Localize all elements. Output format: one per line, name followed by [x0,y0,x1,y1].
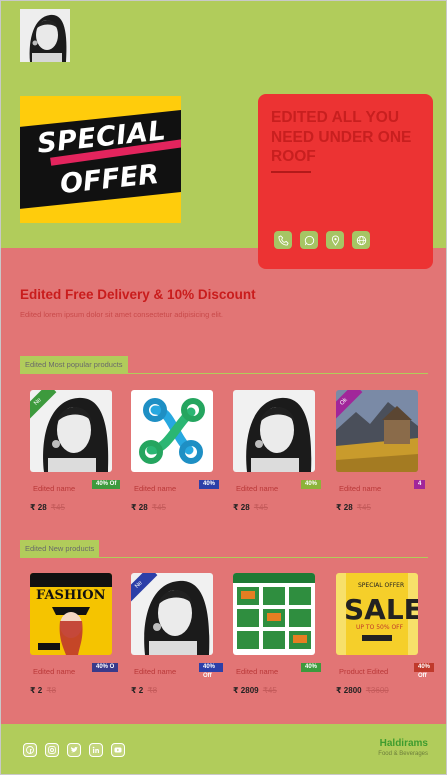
old-price: ₹45 [50,503,65,512]
old-price: ₹45 [151,503,166,512]
svg-text:UP TO 50% OFF: UP TO 50% OFF [356,624,404,631]
globe-icon[interactable] [352,231,370,249]
product-name: Edited name [236,667,279,676]
svg-text:FASHION: FASHION [36,588,106,603]
current-price: ₹ 28 [233,503,250,512]
product-card[interactable]: SPECIAL OFFER SALE UP TO 50% OFF Product Ed… [336,573,435,695]
location-icon[interactable] [326,231,344,249]
header-section: SPECIAL OFFER EDITED ALL YOU NEED UNDER … [0,0,447,269]
discount-badge: 40% [301,480,322,489]
old-price: ₹8 [46,686,57,695]
product-card[interactable]: Edited name 40% ₹ 28 ₹45 [131,390,223,512]
product-name: Edited name [33,667,76,676]
product-image[interactable]: SPECIAL OFFER SALE UP TO 50% OFF [336,573,418,655]
discount-badge: 40% Of [92,480,121,489]
product-card[interactable]: Ne Edited name 40% Of ₹ 28 ₹45 [30,390,122,512]
svg-text:SPECIAL OFFER: SPECIAL OFFER [358,582,404,589]
old-price: ₹3600 [365,686,389,695]
product-name: Edited name [236,484,279,493]
tagline-title: EDITED ALL YOU NEED UNDER ONE ROOF [271,109,412,165]
product-name: Edited name [339,484,382,493]
product-image[interactable]: Ne [30,390,112,472]
product-card[interactable]: FASHION Edited name 40% O ₹ 2 ₹8 [30,573,122,695]
discount-badge: 40% Off [414,663,435,679]
product-name: Edited name [33,484,76,493]
current-price: ₹ 28 [30,503,47,512]
tagline-card: EDITED ALL YOU NEED UNDER ONE ROOF [258,94,433,269]
product-name: Edited name [134,667,177,676]
product-image[interactable]: Ne [131,573,213,655]
product-card[interactable]: Ne Edited name 40% Off ₹ 2 ₹8 [131,573,223,695]
product-price: ₹ 2 ₹8 [131,686,157,695]
discount-badge: 4 [414,480,426,489]
svg-text:SALE: SALE [344,593,418,626]
product-name: Product Edited [339,667,389,676]
linkedin-icon[interactable] [89,743,103,757]
product-price: ₹ 28 ₹45 [30,503,65,512]
product-name: Edited name [134,484,177,493]
facebook-icon[interactable] [23,743,37,757]
popular-section-label: Edited Most popular products [20,356,128,373]
product-price: ₹ 28 ₹45 [131,503,166,512]
promo-subline: Edited lorem ipsum dolor sit amet consec… [20,310,224,319]
discount-badge: 40% O [92,663,119,672]
special-offer-banner[interactable]: SPECIAL OFFER [20,96,181,223]
product-card[interactable]: Edited name 40% ₹ 28 ₹45 [233,390,325,512]
current-price: ₹ 28 [336,503,353,512]
discount-badge: 40% Off [199,663,223,679]
youtube-icon[interactable] [111,743,125,757]
whatsapp-icon[interactable] [300,231,318,249]
product-price: ₹ 2809 ₹45 [233,686,277,695]
product-image[interactable] [131,390,213,472]
current-price: ₹ 2809 [233,686,259,695]
product-price: ₹ 28 ₹45 [336,503,371,512]
product-price: ₹ 2 ₹8 [30,686,56,695]
product-image[interactable]: Ok [336,390,418,472]
product-card[interactable]: Ok Edited name 4 ₹ 28 ₹45 [336,390,428,512]
product-price: ₹ 28 ₹45 [233,503,268,512]
twitter-icon[interactable] [67,743,81,757]
old-price: ₹45 [262,686,277,695]
brand-tagline: Food & Beverages [378,751,428,757]
instagram-icon[interactable] [45,743,59,757]
current-price: ₹ 2800 [336,686,362,695]
product-image[interactable]: FASHION [30,573,112,655]
promo-headline: Edited Free Delivery & 10% Discount [20,287,256,302]
logo-image[interactable] [20,9,70,62]
current-price: ₹ 2 [30,686,43,695]
product-card[interactable]: Edited name 40% ₹ 2809 ₹45 [233,573,325,695]
brand-name: Haldirams [379,738,428,749]
popular-divider [20,373,428,374]
discount-badge: 40% [199,480,220,489]
new-divider [20,557,428,558]
footer: Haldirams Food & Beverages [0,724,447,775]
old-price: ₹8 [147,686,158,695]
product-image[interactable] [233,573,315,655]
current-price: ₹ 2 [131,686,144,695]
new-section-label: Edited New products [20,540,100,557]
old-price: ₹45 [253,503,268,512]
current-price: ₹ 28 [131,503,148,512]
old-price: ₹45 [356,503,371,512]
product-price: ₹ 2800 ₹3600 [336,686,389,695]
discount-badge: 40% [301,663,322,672]
brand-block[interactable]: Haldirams Food & Beverages [378,738,428,757]
phone-icon[interactable] [274,231,292,249]
title-underline [271,171,311,173]
product-image[interactable] [233,390,315,472]
